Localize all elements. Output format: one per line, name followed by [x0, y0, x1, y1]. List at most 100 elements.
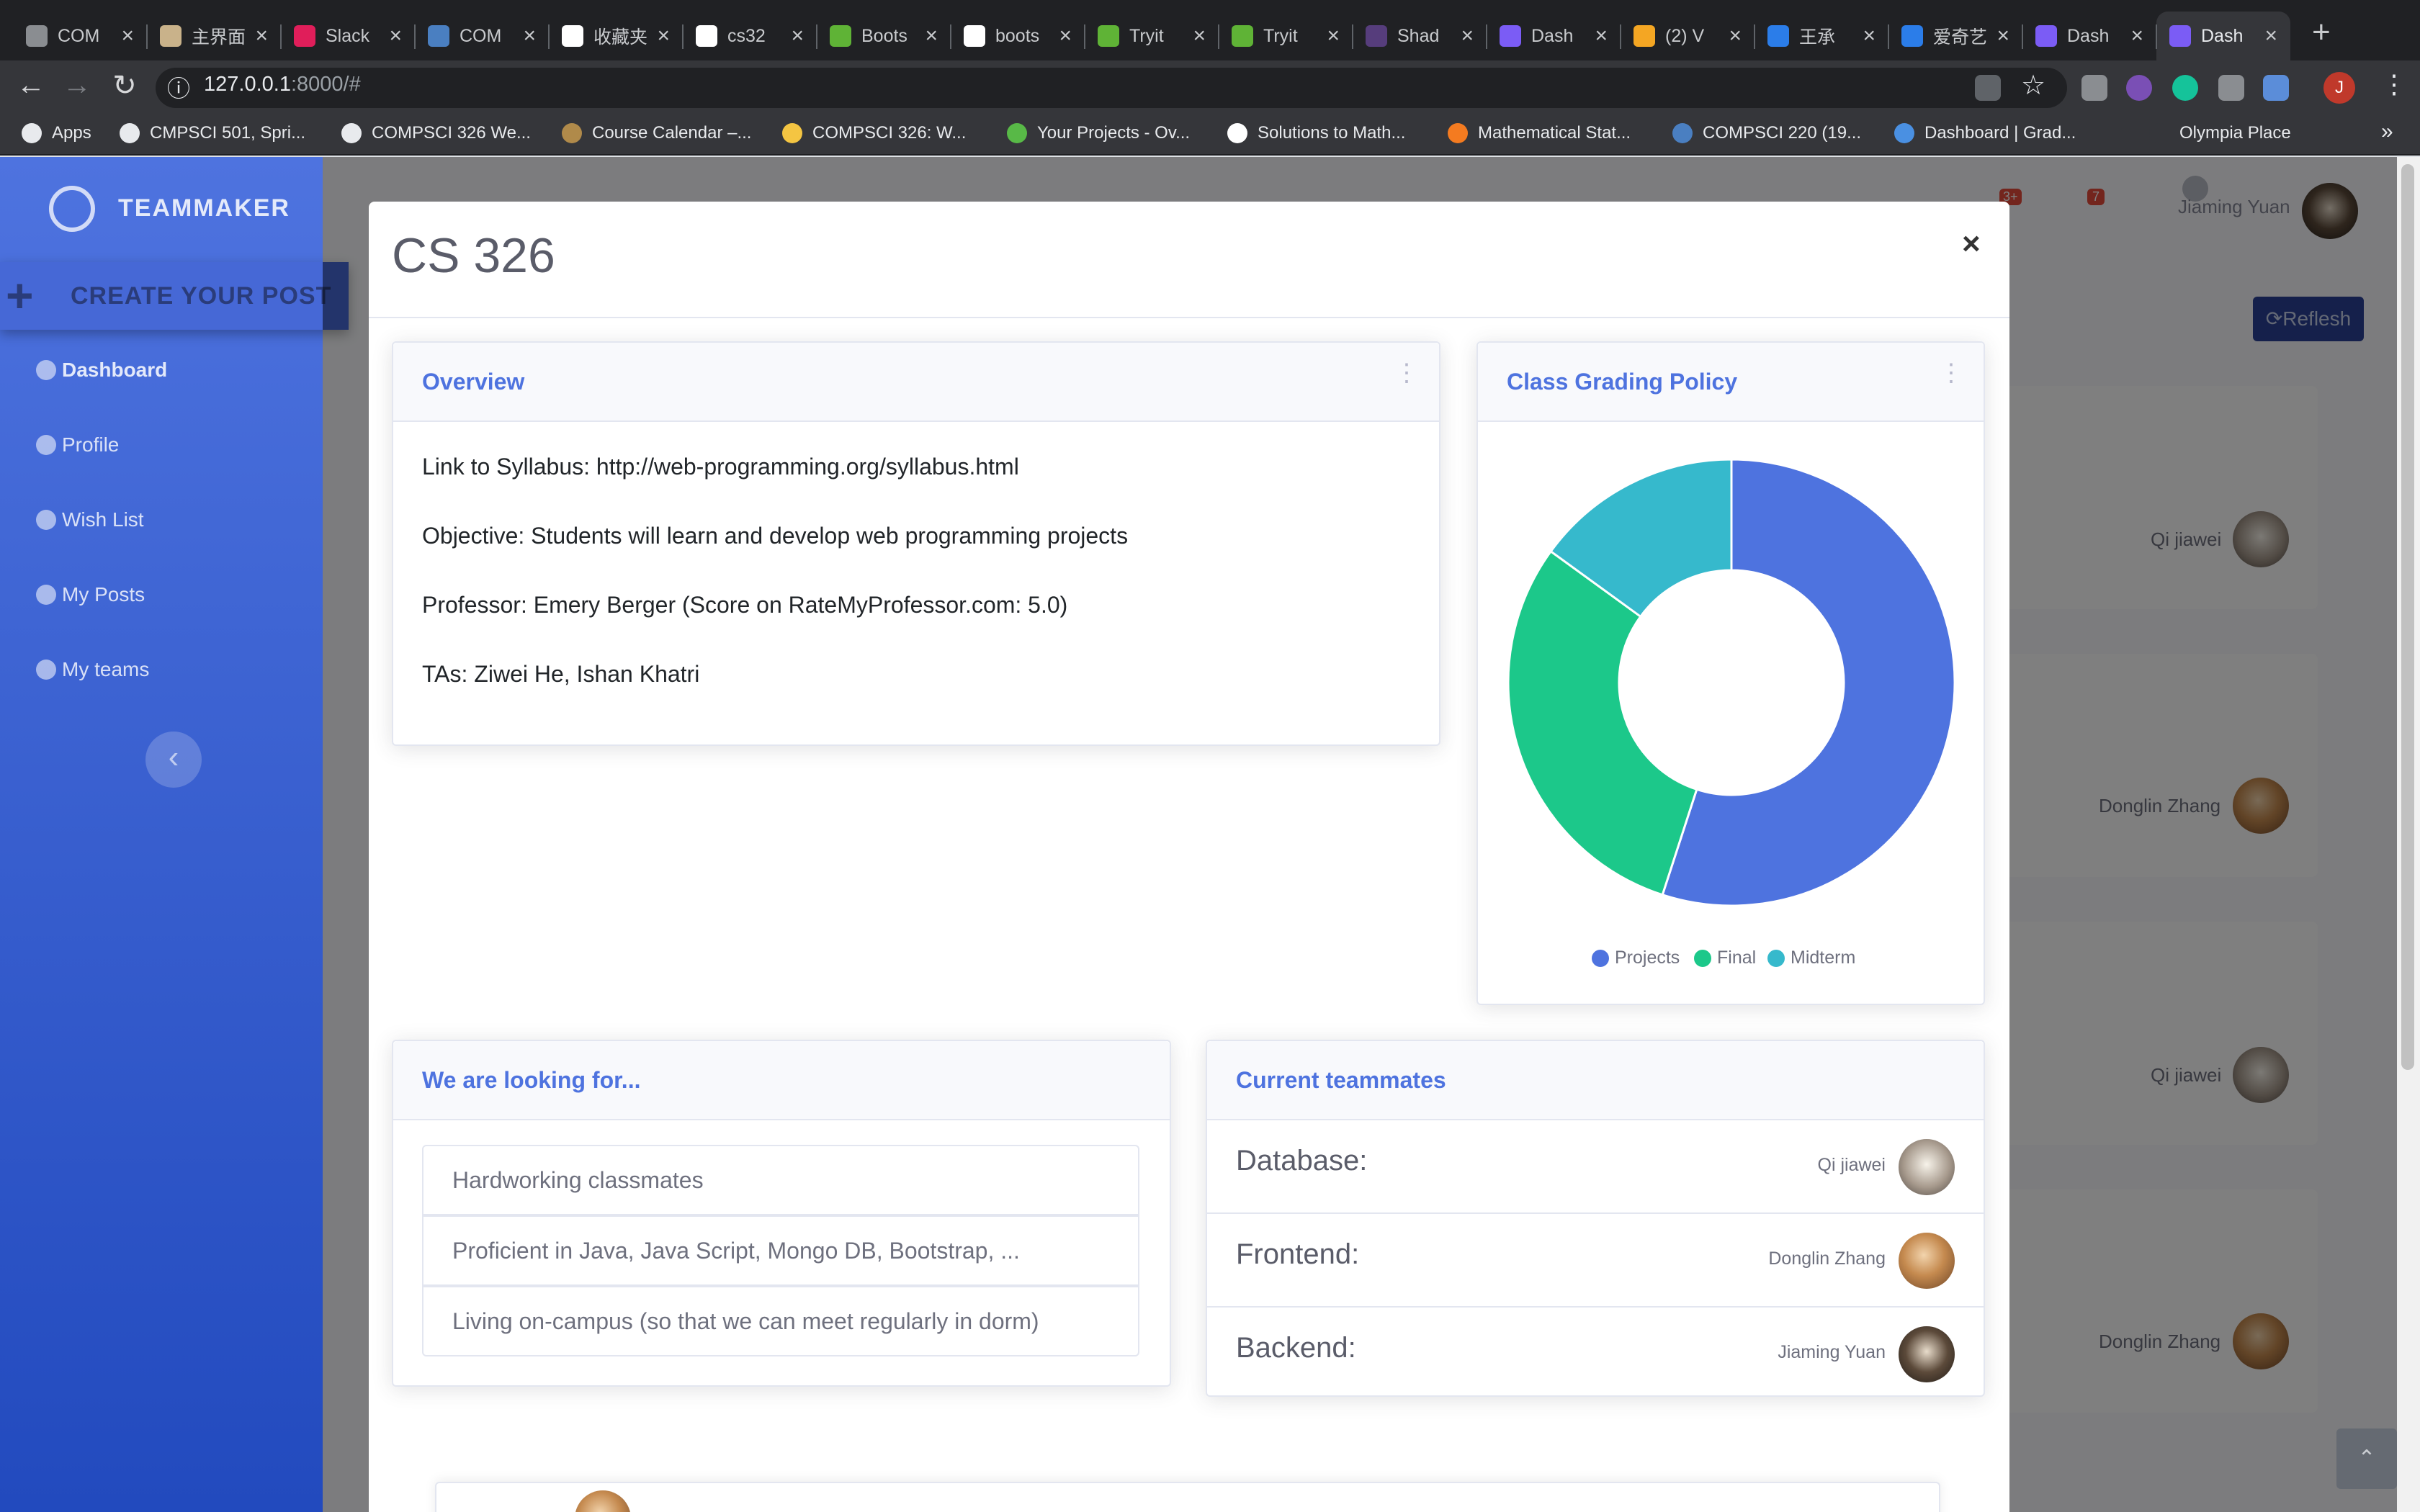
- scroll-to-top-button[interactable]: ⌃: [2336, 1428, 2397, 1489]
- bookmark-item[interactable]: Solutions to Math...: [1227, 123, 1405, 143]
- tab-close-icon[interactable]: ×: [925, 24, 938, 48]
- tab-close-icon[interactable]: ×: [1996, 24, 2009, 48]
- tab-close-icon[interactable]: ×: [1595, 24, 1608, 48]
- tab-title: Tryit: [1129, 25, 1164, 46]
- sidebar-item-profile[interactable]: Profile: [36, 433, 119, 456]
- browser-tab[interactable]: Boots ×: [817, 12, 951, 60]
- more-options-icon[interactable]: ⋮: [1939, 361, 1963, 385]
- tab-close-icon[interactable]: ×: [2264, 24, 2277, 48]
- back-button[interactable]: ←: [13, 69, 49, 102]
- card-title: Overview: [422, 369, 525, 395]
- tab-separator: [1084, 24, 1085, 49]
- browser-tab[interactable]: Dash ×: [1487, 12, 1621, 60]
- bookmark-item[interactable]: CMPSCI 501, Spri...: [120, 123, 305, 143]
- teammate-name[interactable]: Donglin Zhang: [1768, 1248, 1886, 1269]
- tab-title: 爱奇艺: [1933, 27, 1988, 48]
- bookmark-item[interactable]: Course Calendar –...: [562, 123, 751, 143]
- bookmark-item[interactable]: COMPSCI 326 We...: [341, 123, 531, 143]
- avatar[interactable]: [1899, 1139, 1955, 1195]
- bookmark-item[interactable]: Apps: [22, 123, 91, 143]
- browser-tab[interactable]: Slack ×: [281, 12, 415, 60]
- sidebar-toggle-button[interactable]: ‹: [145, 732, 202, 788]
- browser-tab[interactable]: Tryit ×: [1219, 12, 1353, 60]
- sidebar-item-label: My teams: [62, 658, 150, 680]
- sidebar-item-wish-list[interactable]: Wish List: [36, 508, 144, 531]
- tab-close-icon[interactable]: ×: [1729, 24, 1742, 48]
- extension-icon[interactable]: [2218, 75, 2244, 101]
- avatar[interactable]: [1899, 1326, 1955, 1382]
- extension-icon[interactable]: [2126, 75, 2152, 101]
- tab-separator: [1620, 24, 1621, 49]
- bookmark-favicon-icon: [2149, 123, 2169, 143]
- browser-tab[interactable]: Dash ×: [2156, 12, 2290, 60]
- site-info-icon[interactable]: ⓘ: [167, 71, 190, 104]
- tab-close-icon[interactable]: ×: [523, 24, 536, 48]
- browser-tab[interactable]: Shad ×: [1353, 12, 1487, 60]
- teammate-name[interactable]: Qi jiawei: [1818, 1155, 1886, 1176]
- grammarly-icon[interactable]: [2172, 75, 2198, 101]
- close-button[interactable]: ×: [1962, 226, 1981, 262]
- browser-tab[interactable]: COM ×: [13, 12, 147, 60]
- extension-icon[interactable]: [2081, 75, 2107, 101]
- role-label: Database:: [1236, 1145, 1368, 1176]
- forward-button[interactable]: →: [59, 69, 95, 102]
- tab-close-icon[interactable]: ×: [1327, 24, 1340, 48]
- translate-icon[interactable]: [1975, 75, 2001, 101]
- tab-close-icon[interactable]: ×: [1863, 24, 1876, 48]
- bookmark-item[interactable]: Mathematical Stat...: [1448, 123, 1631, 143]
- bookmark-item[interactable]: Dashboard | Grad...: [1894, 123, 2076, 143]
- browser-tab[interactable]: (2) V ×: [1621, 12, 1754, 60]
- tab-close-icon[interactable]: ×: [1059, 24, 1072, 48]
- browser-menu-icon[interactable]: ⋮: [2381, 69, 2407, 99]
- tab-close-icon[interactable]: ×: [389, 24, 402, 48]
- tab-title: 王承: [1799, 27, 1836, 48]
- bookmark-item[interactable]: COMPSCI 220 (19...: [1672, 123, 1861, 143]
- bookmarks-more-button[interactable]: »: [2381, 120, 2393, 144]
- tab-favicon-icon: [1901, 25, 1923, 47]
- address-bar[interactable]: [156, 68, 2067, 108]
- more-options-icon[interactable]: ⋮: [1394, 361, 1419, 385]
- browser-tab[interactable]: 主界面 ×: [147, 12, 281, 60]
- brand-name[interactable]: TEAMMAKER: [118, 194, 290, 222]
- browser-tab[interactable]: boots ×: [951, 12, 1085, 60]
- browser-tab[interactable]: 王承 ×: [1754, 12, 1888, 60]
- teammates-card: Current teammates Database: Qi jiawei Fr…: [1206, 1040, 1985, 1397]
- sidebar-item-my-teams[interactable]: My teams: [36, 658, 149, 681]
- tab-title: (2) V: [1665, 25, 1705, 46]
- sidebar-item-dashboard[interactable]: Dashboard: [36, 359, 167, 382]
- tab-close-icon[interactable]: ×: [2130, 24, 2143, 48]
- legend-item[interactable]: Projects: [1592, 948, 1680, 968]
- browser-tab[interactable]: Dash ×: [2022, 12, 2156, 60]
- tab-close-icon[interactable]: ×: [255, 24, 268, 48]
- legend-label: Midterm: [1791, 948, 1856, 968]
- legend-item[interactable]: Midterm: [1767, 948, 1855, 968]
- sidebar-item-my-posts[interactable]: My Posts: [36, 583, 145, 606]
- donut-slice-final[interactable]: [1508, 549, 1698, 896]
- browser-tab[interactable]: 收藏夹 ×: [549, 12, 683, 60]
- bookmark-label: Dashboard | Grad...: [1924, 123, 2076, 143]
- bookmark-star-icon[interactable]: ☆: [2021, 69, 2045, 102]
- extension-icon[interactable]: [2263, 75, 2289, 101]
- tab-close-icon[interactable]: ×: [1193, 24, 1206, 48]
- avatar[interactable]: [1899, 1233, 1955, 1289]
- tab-close-icon[interactable]: ×: [1461, 24, 1474, 48]
- scrollbar-thumb[interactable]: [2401, 164, 2414, 1070]
- legend-item[interactable]: Final: [1694, 948, 1756, 968]
- reload-button[interactable]: ↻: [107, 69, 143, 102]
- syllabus-link[interactable]: Link to Syllabus: http://web-programming…: [422, 454, 1019, 480]
- tab-close-icon[interactable]: ×: [791, 24, 804, 48]
- browser-tab[interactable]: Tryit ×: [1085, 12, 1219, 60]
- bookmark-item[interactable]: COMPSCI 326: W...: [782, 123, 966, 143]
- browser-tab[interactable]: 爱奇艺 ×: [1888, 12, 2022, 60]
- teammate-name[interactable]: Jiaming Yuan: [1778, 1342, 1886, 1363]
- tab-title: Dash: [1531, 25, 1574, 46]
- tab-close-icon[interactable]: ×: [121, 24, 134, 48]
- bookmark-item[interactable]: Olympia Place: [2149, 123, 2291, 143]
- tab-close-icon[interactable]: ×: [657, 24, 670, 48]
- browser-tab[interactable]: cs32 ×: [683, 12, 817, 60]
- browser-tab[interactable]: COM ×: [415, 12, 549, 60]
- tab-favicon-icon: [1366, 25, 1387, 47]
- new-tab-button[interactable]: +: [2312, 14, 2331, 50]
- profile-avatar[interactable]: J: [2323, 72, 2355, 104]
- bookmark-item[interactable]: Your Projects - Ov...: [1007, 123, 1190, 143]
